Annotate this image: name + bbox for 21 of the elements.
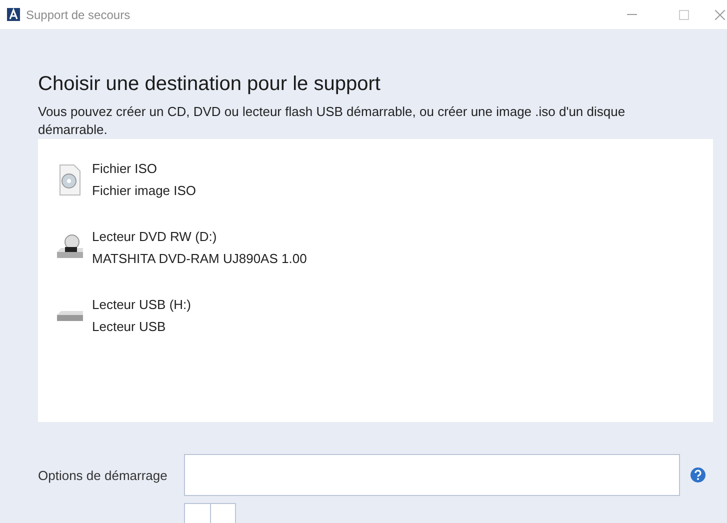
destination-name: Lecteur DVD RW (D:) <box>92 229 218 244</box>
destination-item[interactable]: Lecteur DVD RW (D:) MATSHITA DVD-RAM UJ890AS 1.00 <box>38 222 713 273</box>
page-heading: Choisir une destination pour le support <box>38 73 382 96</box>
destination-name: Lecteur USB (H:) <box>92 297 191 312</box>
destination-item[interactable]: Lecteur USB (H:) Lecteur USB <box>38 290 713 341</box>
spin-field[interactable] <box>184 503 236 523</box>
disc-file-icon <box>58 164 82 196</box>
window-title: Support de secours <box>26 8 132 22</box>
usb-drive-icon <box>56 308 84 322</box>
close-icon[interactable] <box>715 10 725 20</box>
destination-detail: MATSHITA DVD-RAM UJ890AS 1.00 <box>92 251 307 266</box>
field-label: Options de démarrage <box>38 468 168 482</box>
description-text: Vous pouvez créer un CD, DVD ou lecteur flash USB démarrable, ou créer une image .iso d'un disque démarrable. <box>38 103 626 139</box>
app-logo-icon <box>7 8 20 21</box>
maximize-icon[interactable] <box>679 10 689 20</box>
destination-name: Fichier ISO <box>92 161 158 176</box>
minimize-icon[interactable] <box>627 14 637 16</box>
destination-detail: Lecteur USB <box>92 319 167 334</box>
destination-item[interactable]: Fichier ISO Fichier image ISO <box>38 154 713 205</box>
destination-detail: Fichier image ISO <box>92 183 196 198</box>
help-icon[interactable] <box>690 467 706 483</box>
